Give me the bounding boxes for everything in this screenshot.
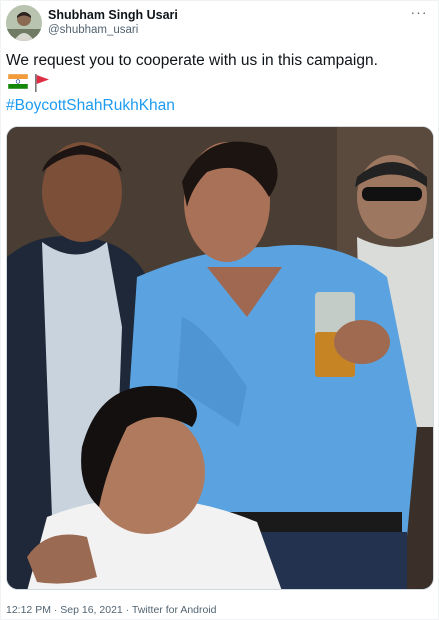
tweet-header: Shubham Singh Usari @shubham_usari ··· [6, 5, 430, 43]
user-handle[interactable]: @shubham_usari [48, 23, 178, 38]
more-options-icon[interactable]: ··· [408, 5, 430, 23]
tweet-photo[interactable] [6, 126, 434, 590]
photo-four-men-social-event-icon [7, 127, 433, 589]
tweet-timestamp[interactable]: 12:12 PM · Sep 16, 2021 · Twitter for An… [6, 604, 217, 616]
avatar[interactable] [6, 5, 42, 41]
user-avatar-icon [6, 5, 42, 41]
tweet-card: Shubham Singh Usari @shubham_usari ··· W… [0, 0, 439, 620]
india-flag-icon [8, 74, 28, 89]
red-triangular-flag-icon [35, 74, 49, 92]
tweet-text: We request you to cooperate with us in t… [6, 52, 378, 69]
display-name[interactable]: Shubham Singh Usari [48, 7, 178, 23]
hashtag-link[interactable]: #BoycottShahRukhKhan [6, 96, 175, 116]
author-names: Shubham Singh Usari @shubham_usari [48, 7, 178, 38]
